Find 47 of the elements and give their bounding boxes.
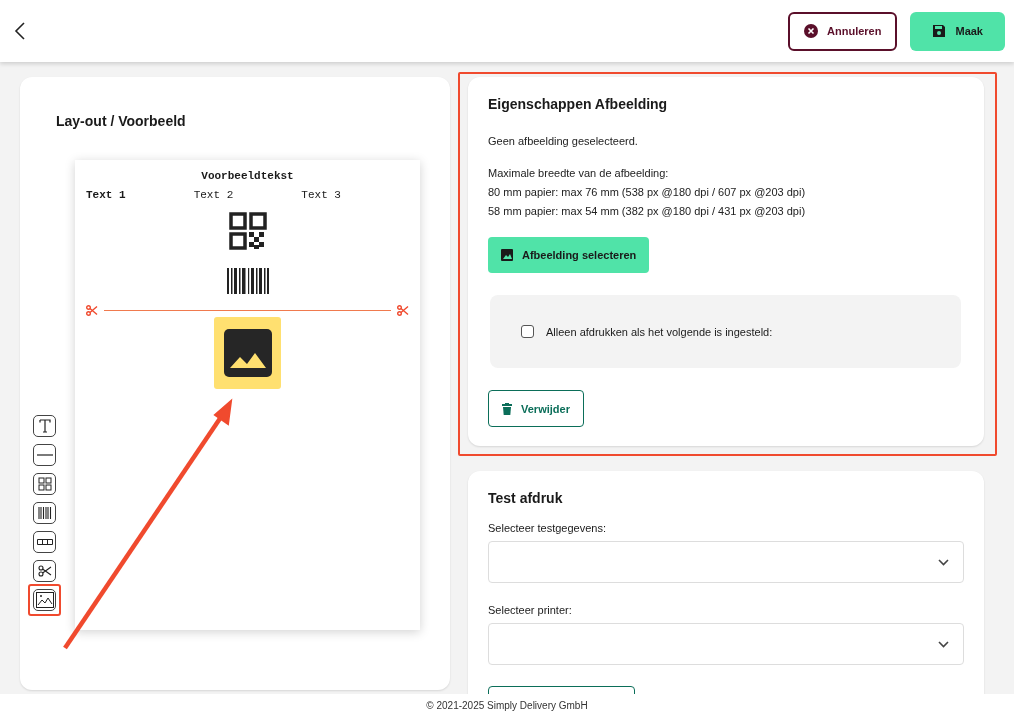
image-tool-icon bbox=[35, 592, 54, 608]
field-label: Selecteer printer: bbox=[488, 604, 573, 616]
qr-code-icon bbox=[228, 212, 267, 250]
save-button[interactable]: Maak bbox=[910, 11, 1005, 51]
text-tool-icon bbox=[38, 419, 51, 433]
text-tool-button[interactable] bbox=[33, 415, 56, 437]
preview-text: Text 2 bbox=[193, 189, 234, 201]
image-icon bbox=[501, 249, 513, 261]
scissors-tool-icon bbox=[37, 565, 52, 577]
qr-tool-button[interactable] bbox=[33, 473, 56, 495]
barcode-tool-button[interactable] bbox=[33, 502, 56, 524]
save-icon bbox=[932, 24, 947, 38]
scissors-icon bbox=[397, 305, 409, 316]
status-text: Geen afbeelding geselecteerd. bbox=[488, 134, 639, 149]
checkbox-label: Alleen afdrukken als het volgende is ingesteld: bbox=[546, 325, 773, 338]
dropdown-field[interactable] bbox=[488, 541, 964, 583]
line-tool-icon bbox=[36, 454, 53, 456]
barcode-icon bbox=[226, 268, 269, 294]
card-title: Test afdruk bbox=[488, 490, 564, 506]
back-icon[interactable] bbox=[14, 21, 26, 41]
select-image-button[interactable]: Afbeelding selecteren bbox=[488, 237, 650, 273]
checkbox[interactable] bbox=[521, 325, 534, 338]
columns-tool-button[interactable] bbox=[33, 531, 56, 553]
preview-heading: Voorbeeldtekst bbox=[201, 170, 294, 182]
scissors-icon bbox=[86, 305, 98, 316]
chevron-down-icon bbox=[938, 558, 949, 566]
cancel-button[interactable]: Annuleren bbox=[788, 11, 898, 51]
preview-text: Text 3 bbox=[301, 189, 341, 201]
close-icon bbox=[804, 24, 819, 38]
copyright-text: © 2021-2025 Simply Delivery GmbH bbox=[426, 699, 588, 711]
chevron-down-icon bbox=[938, 640, 949, 648]
card-title: Eigenschappen Afbeelding bbox=[488, 96, 669, 112]
columns-tool-icon bbox=[36, 539, 53, 545]
info-text: Maximale breedte van de afbeelding: bbox=[488, 166, 670, 181]
field-label: Selecteer testgegevens: bbox=[488, 522, 608, 534]
info-text: 80 mm papier: max 76 mm (538 px @180 dpi / 607 px @203 dpi) bbox=[488, 185, 807, 200]
line-tool-button[interactable] bbox=[33, 444, 56, 466]
dropdown-field[interactable] bbox=[488, 623, 964, 665]
preview-text: Text 1 bbox=[86, 189, 126, 201]
section-title: Lay-out / Voorbeeld bbox=[56, 113, 187, 129]
cut-tool-button[interactable] bbox=[33, 560, 56, 582]
info-text: 58 mm papier: max 54 mm (382 px @180 dpi / 431 px @203 dpi) bbox=[488, 204, 807, 219]
delete-button[interactable]: Verwijder bbox=[488, 390, 584, 427]
barcode-tool-icon bbox=[37, 506, 52, 520]
qr-code-tool-icon bbox=[37, 477, 52, 491]
image-icon bbox=[222, 328, 273, 378]
trash-icon bbox=[502, 402, 512, 415]
